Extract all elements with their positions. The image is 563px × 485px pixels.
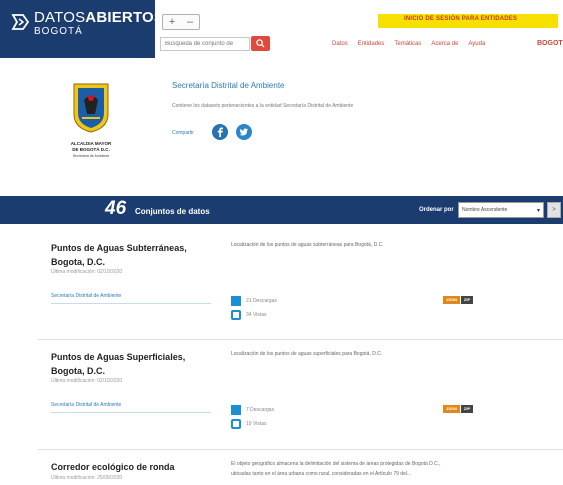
format-badge-zip[interactable]: ZIP [460, 296, 474, 304]
brand-name: DATOSABIERTOS [34, 9, 165, 26]
login-link[interactable]: INICIO DE SESIÓN PARA ENTIDADES [404, 16, 517, 22]
logo-caption-3: Secretaría de Ambiente [72, 154, 110, 158]
twitter-share-button[interactable] [236, 124, 252, 140]
dataset-description: Localización de los puntos de aguas supe… [231, 351, 383, 357]
divider [38, 339, 563, 340]
bogota-logo-icon [11, 14, 30, 30]
dataset-views: 19 Vistas [231, 419, 266, 429]
dataset-description: Localización de los puntos de aguas subt… [231, 242, 384, 248]
view-icon [231, 310, 241, 320]
dataset-downloads: 7 Descargas [231, 405, 274, 415]
format-badge-json[interactable]: JSON [443, 296, 460, 304]
dataset-downloads: 21 Descargas [231, 296, 277, 306]
brand-city: BOGOTÁ [34, 26, 83, 37]
coat-of-arms-icon [73, 83, 109, 133]
dataset-organization[interactable]: Secretaría Distrital de Ambiente [51, 402, 121, 408]
entity-title: Secretaría Distrital de Ambiente [172, 81, 285, 90]
nav-item-datos[interactable]: Datos [332, 41, 348, 47]
nav-item-tematicas[interactable]: Temáticas [394, 41, 421, 47]
dataset-title[interactable]: Puntos de Aguas Subterráneas, Bogota, D.… [51, 241, 211, 269]
sort-select-value: Nombre Ascendente [462, 207, 508, 213]
sort-select[interactable]: Nombre Ascendente ▾ [458, 202, 544, 218]
org-underline [51, 303, 211, 304]
facebook-icon [217, 127, 223, 137]
nav-brand-label[interactable]: BOGOT [537, 40, 563, 47]
download-icon [231, 405, 241, 415]
dataset-formats: JSON ZIP [443, 296, 474, 304]
zoom-in-button[interactable]: + [169, 16, 175, 28]
dataset-views: 34 Vistas [231, 310, 266, 320]
view-icon [231, 419, 241, 429]
top-header: DATOSABIERTOS BOGOTÁ + – INICIO DE SESIÓ… [0, 0, 563, 58]
download-icon [231, 296, 241, 306]
nav-item-entidades[interactable]: Entidades [358, 41, 385, 47]
dataset-description: ubicadas tanto en el área urbana como ru… [231, 471, 412, 477]
datasets-count-label: Conjuntos de datos [135, 207, 210, 216]
dataset-modified: Última modificación: 02/10/2020 [51, 269, 123, 275]
sort-apply-button[interactable]: > [547, 202, 561, 218]
zoom-controls: + – [162, 14, 200, 30]
brand-block[interactable]: DATOSABIERTOS BOGOTÁ [0, 0, 164, 58]
format-badge-zip[interactable]: ZIP [460, 405, 474, 413]
dataset-modified: Última modificación: 25/09/2020 [51, 475, 123, 481]
nav-item-ayuda[interactable]: Ayuda [468, 41, 485, 47]
sort-label: Ordenar por [419, 207, 454, 213]
dataset-description: El objeto geográfico almacena la delimit… [231, 461, 441, 467]
search-icon [256, 39, 265, 48]
facebook-share-button[interactable] [212, 124, 228, 140]
twitter-icon [239, 128, 248, 136]
entity-logo: ALCALDIA MAYOR DE BOGOTÁ D.C. Secretaría… [52, 78, 130, 158]
share-label: Compartir [172, 130, 194, 136]
datasets-count: 46 [105, 198, 127, 219]
format-badge-json[interactable]: JSON [443, 405, 460, 413]
dataset-title[interactable]: Corredor ecológico de ronda [51, 460, 211, 474]
divider [38, 449, 563, 450]
dataset-organization[interactable]: Secretaría Distrital de Ambiente [51, 293, 121, 299]
chevron-down-icon: ▾ [536, 208, 540, 214]
nav-item-acerca[interactable]: Acerca de [431, 41, 458, 47]
zoom-out-button[interactable]: – [187, 16, 193, 28]
main-nav: Datos Entidades Temáticas Acerca de Ayud… [332, 41, 485, 47]
entity-description: Contiene los datasets pertenecientes a l… [172, 103, 354, 109]
search-button[interactable] [251, 36, 270, 51]
dataset-title[interactable]: Puntos de Aguas Superficiales, Bogota, D… [51, 350, 211, 378]
dataset-modified: Última modificación: 02/10/2020 [51, 378, 123, 384]
org-underline [51, 412, 211, 413]
search-input[interactable] [160, 37, 250, 51]
dataset-formats: JSON ZIP [443, 405, 474, 413]
